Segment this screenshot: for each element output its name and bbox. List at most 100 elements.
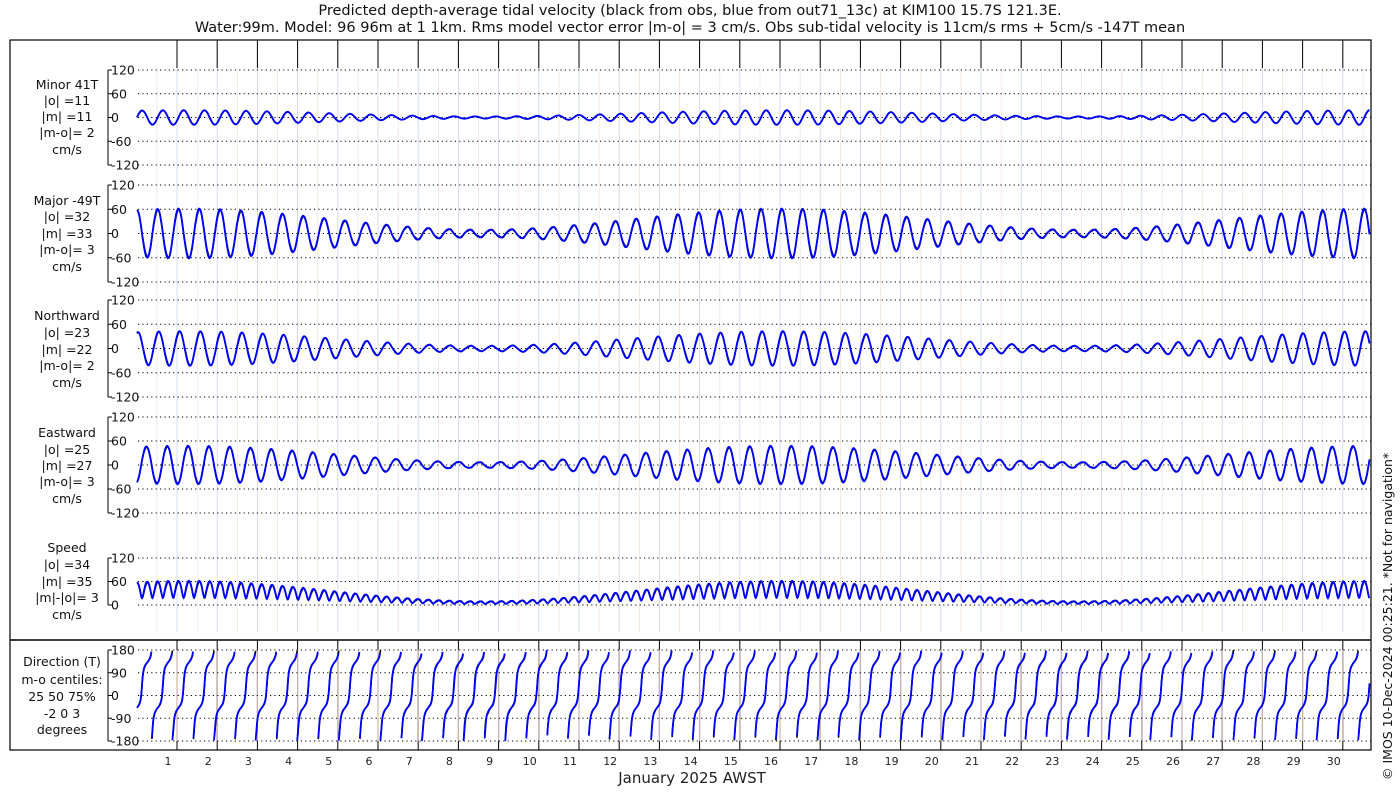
panel-label: |o| =34	[44, 557, 90, 572]
minor-model-series-line	[136, 109, 1370, 126]
panel-label: |o| =32	[44, 209, 90, 224]
panel-label: 25 50 75%	[28, 689, 96, 704]
x-tick-label: 4	[285, 755, 292, 768]
dir-model-series-line	[136, 649, 1371, 742]
panel-label: cm/s	[52, 491, 82, 506]
y-tick-label: 120	[111, 551, 135, 566]
y-tick-label: 0	[111, 226, 119, 241]
figure-frame	[9, 39, 1372, 751]
panel-speed: Speed |o| =34 |m| =35|m|-|o|= 3 cm/s 120 60 0	[35, 540, 1371, 622]
y-tick-label: 0	[111, 458, 119, 473]
x-tick-label: 6	[366, 755, 373, 768]
panel-label: Northward	[34, 308, 100, 323]
y-tick-label: 120	[111, 410, 135, 425]
x-tick-label: 14	[684, 755, 698, 768]
x-tick-label: 30	[1327, 755, 1341, 768]
y-tick-label: -60	[111, 482, 131, 497]
x-tick-label: 7	[406, 755, 413, 768]
panel-dir: Direction (T) m-o centiles: 25 50 75% -2 0 …	[21, 643, 1371, 749]
x-tick-label: 13	[643, 755, 657, 768]
y-tick-label: 0	[111, 688, 119, 703]
x-tick-label: 17	[804, 755, 818, 768]
panel-label: |m-o|= 2	[39, 125, 94, 140]
panel-label: |o| =25	[44, 442, 90, 457]
y-tick-label: 0	[111, 110, 119, 125]
x-tick-label: 1	[165, 755, 172, 768]
y-tick-label: -180	[111, 734, 139, 749]
x-tick-label: 25	[1126, 755, 1140, 768]
x-tick-label: 20	[925, 755, 939, 768]
x-tick-label: 21	[965, 755, 979, 768]
y-tick-label: -90	[111, 711, 131, 726]
y-tick-label: -60	[111, 365, 131, 380]
y-tick-label: 0	[111, 598, 119, 613]
y-tick-label: -60	[111, 250, 131, 265]
y-tick-label: -120	[111, 506, 139, 521]
panel-label: cm/s	[52, 375, 82, 390]
y-tick-label: 60	[111, 86, 127, 101]
panel-label: Minor 41T	[36, 77, 99, 92]
panel-label: |m-o|= 2	[39, 358, 94, 373]
panel-label: Direction (T)	[23, 654, 101, 669]
panel-label: -2 0 3	[44, 706, 80, 721]
x-tick-label: 29	[1287, 755, 1301, 768]
panel-major: Major -49T|o| =32 |m| =33|m-o|= 3 cm/s 120 6…	[34, 178, 1371, 290]
panel-label: |m| =27	[42, 458, 93, 473]
panel-label: m-o centiles:	[21, 672, 102, 687]
x-tick-label: 24	[1086, 755, 1100, 768]
y-tick-label: 60	[111, 574, 127, 589]
x-axis-label: January 2025 AWST	[617, 769, 766, 787]
x-tick-label: 27	[1206, 755, 1220, 768]
y-tick-label: 120	[111, 178, 135, 193]
tidal-velocity-figure: Predicted depth-average tidal velocity (…	[9, 3, 1395, 787]
y-tick-label: -60	[111, 134, 131, 149]
panel-label: Speed	[47, 540, 86, 555]
y-tick-label: 120	[111, 63, 135, 78]
panel-label: |m-o|= 3	[39, 474, 94, 489]
panel-label: |o| =11	[44, 93, 90, 108]
panel-label: cm/s	[52, 259, 82, 274]
x-tick-label: 22	[1005, 755, 1019, 768]
panel-label: |m| =22	[42, 342, 93, 357]
x-tick-label: 15	[724, 755, 738, 768]
y-tick-label: 0	[111, 341, 119, 356]
panel-label: |m| =11	[42, 109, 93, 124]
major-model-series-line	[136, 207, 1371, 260]
panel-label: |m|-|o|= 3	[35, 590, 99, 605]
x-tick-label: 28	[1246, 755, 1260, 768]
y-tick-label: -120	[111, 390, 139, 405]
x-tick-label: 3	[245, 755, 252, 768]
panel-minor: Minor 41T|o| =11|m| =11|m-o|= 2 cm/s 120 60…	[36, 63, 1371, 173]
panel-label: Eastward	[38, 425, 96, 440]
chart-title-line-2: Water:99m. Model: 96 96m at 1 1km. Rms m…	[195, 20, 1185, 36]
x-tick-label: 11	[563, 755, 577, 768]
x-tick-label: 26	[1166, 755, 1180, 768]
panel-label: |m-o|= 3	[39, 242, 94, 257]
x-tick-label: 16	[764, 755, 778, 768]
x-tick-label: 8	[446, 755, 453, 768]
x-tick-label: 23	[1045, 755, 1059, 768]
panel-label: cm/s	[52, 607, 82, 622]
y-tick-label: 90	[111, 665, 127, 680]
panel-label: degrees	[37, 722, 87, 737]
x-tick-label: 12	[603, 755, 617, 768]
x-tick-label: 2	[205, 755, 212, 768]
panel-north: Northward |o| =23 |m| =22|m-o|= 2 cm/s 120 60…	[34, 293, 1371, 405]
chart-title-line-1: Predicted depth-average tidal velocity (…	[318, 3, 1061, 19]
panel-label: cm/s	[52, 142, 82, 157]
y-tick-label: -120	[111, 158, 139, 173]
panel-east: Eastward |o| =25|m| =27|m-o|= 3 cm/s 120 60 0…	[38, 410, 1371, 521]
y-tick-label: 60	[111, 202, 127, 217]
x-tick-label: 18	[844, 755, 858, 768]
dir-obs-series-line	[136, 649, 1371, 741]
panel-label: |m| =35	[42, 574, 93, 589]
north-model-series-line	[136, 330, 1371, 367]
y-tick-label: -120	[111, 275, 139, 290]
panel-label: Major -49T	[34, 193, 101, 208]
x-tick-label: 19	[885, 755, 899, 768]
panel-label: |m| =33	[42, 226, 93, 241]
x-tick-label: 10	[523, 755, 537, 768]
y-tick-label: 180	[111, 643, 135, 658]
y-tick-label: 60	[111, 317, 127, 332]
y-tick-label: 60	[111, 434, 127, 449]
